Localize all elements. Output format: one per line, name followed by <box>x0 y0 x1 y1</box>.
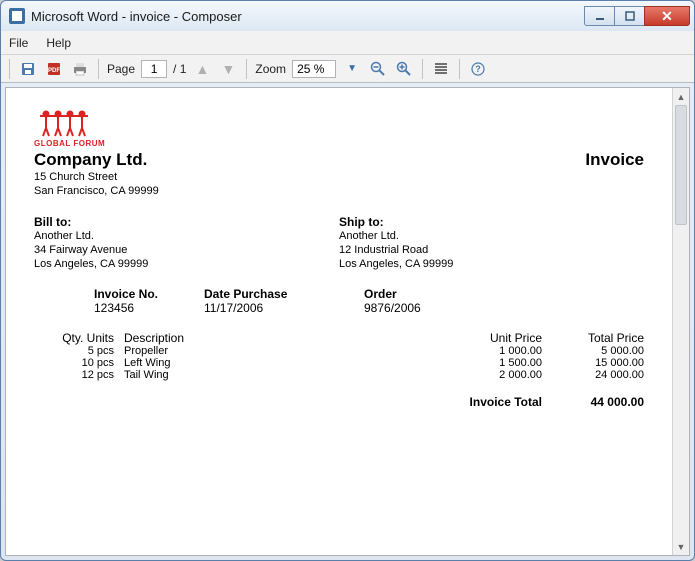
menu-file[interactable]: File <box>9 36 28 50</box>
content-area: GLOBAL FORUM Company Ltd. 15 Church Stre… <box>5 87 690 556</box>
invoice-total-value: 44 000.00 <box>554 395 644 409</box>
pdf-button[interactable]: PDF <box>44 59 64 79</box>
maximize-icon <box>625 11 635 21</box>
cell-desc: Propeller <box>124 345 284 357</box>
invoice-title: Invoice <box>585 150 644 170</box>
ship-to-label: Ship to: <box>339 215 644 229</box>
window-frame: Microsoft Word - invoice - Composer ✕ Fi… <box>0 0 695 561</box>
close-icon: ✕ <box>661 8 673 25</box>
order-label: Order <box>364 287 644 301</box>
company-logo: GLOBAL FORUM <box>34 108 644 148</box>
close-button[interactable]: ✕ <box>644 6 690 26</box>
app-icon <box>9 8 25 24</box>
toolbar: PDF Page / 1 ▲ ▼ Zoom ▼ ? <box>1 55 694 83</box>
help-button[interactable]: ? <box>468 59 488 79</box>
th-desc: Description <box>124 331 284 345</box>
text-lines-icon <box>433 61 449 77</box>
th-unit: Unit Price <box>284 331 554 345</box>
date-value: 11/17/2006 <box>204 301 364 315</box>
pdf-icon: PDF <box>46 61 62 77</box>
company-name: Company Ltd. <box>34 150 159 170</box>
ship-addr2: Los Angeles, CA 99999 <box>339 257 644 271</box>
cell-total: 24 000.00 <box>554 369 644 381</box>
page-prev-button[interactable]: ▲ <box>192 59 212 79</box>
maximize-button[interactable] <box>614 6 644 26</box>
menu-help[interactable]: Help <box>46 36 71 50</box>
zoom-in-button[interactable] <box>394 59 414 79</box>
th-qty: Qty. Units <box>34 331 124 345</box>
save-icon <box>20 61 36 77</box>
cell-qty: 12 pcs <box>34 369 124 381</box>
zoom-dropdown-button[interactable]: ▼ <box>342 59 362 79</box>
page-total: / 1 <box>173 62 186 76</box>
help-icon: ? <box>470 61 486 77</box>
print-button[interactable] <box>70 59 90 79</box>
table-row: 5 pcs Propeller 1 000.00 5 000.00 <box>34 345 644 357</box>
scroll-up-button[interactable]: ▲ <box>673 88 689 105</box>
cell-desc: Tail Wing <box>124 369 284 381</box>
zoom-input[interactable] <box>292 60 336 78</box>
svg-text:PDF: PDF <box>48 68 60 74</box>
svg-text:?: ? <box>475 64 481 74</box>
zoom-label: Zoom <box>255 62 286 76</box>
bill-to-label: Bill to: <box>34 215 339 229</box>
menubar: File Help <box>1 31 694 55</box>
page-input[interactable] <box>141 60 167 78</box>
bill-name: Another Ltd. <box>34 229 339 243</box>
minimize-icon <box>595 11 605 21</box>
vertical-scrollbar[interactable]: ▲ ▼ <box>672 88 689 555</box>
minimize-button[interactable] <box>584 6 614 26</box>
invoice-page: GLOBAL FORUM Company Ltd. 15 Church Stre… <box>34 108 644 409</box>
invoice-no-label: Invoice No. <box>94 287 204 301</box>
ship-name: Another Ltd. <box>339 229 644 243</box>
cell-qty: 5 pcs <box>34 345 124 357</box>
scroll-down-button[interactable]: ▼ <box>673 538 689 555</box>
page-label: Page <box>107 62 135 76</box>
zoom-out-icon <box>370 61 386 77</box>
table-row: 12 pcs Tail Wing 2 000.00 24 000.00 <box>34 369 644 381</box>
page-next-button[interactable]: ▼ <box>218 59 238 79</box>
logo-icon <box>34 108 94 138</box>
cell-qty: 10 pcs <box>34 357 124 369</box>
bill-addr2: Los Angeles, CA 99999 <box>34 257 339 271</box>
bill-addr1: 34 Fairway Avenue <box>34 243 339 257</box>
company-addr1: 15 Church Street <box>34 170 159 184</box>
logo-text: GLOBAL FORUM <box>34 139 105 148</box>
cell-unit: 1 500.00 <box>284 357 554 369</box>
window-title: Microsoft Word - invoice - Composer <box>31 9 242 24</box>
text-view-button[interactable] <box>431 59 451 79</box>
print-icon <box>72 61 88 77</box>
invoice-no-value: 123456 <box>94 301 204 315</box>
document-viewport[interactable]: GLOBAL FORUM Company Ltd. 15 Church Stre… <box>6 88 672 555</box>
arrow-down-icon: ▼ <box>677 542 686 552</box>
date-label: Date Purchase <box>204 287 364 301</box>
ship-addr1: 12 Industrial Road <box>339 243 644 257</box>
company-addr2: San Francisco, CA 99999 <box>34 184 159 198</box>
save-button[interactable] <box>18 59 38 79</box>
cell-desc: Left Wing <box>124 357 284 369</box>
th-total: Total Price <box>554 331 644 345</box>
arrow-up-icon: ▲ <box>195 61 209 77</box>
chevron-down-icon: ▼ <box>347 63 357 74</box>
titlebar[interactable]: Microsoft Word - invoice - Composer ✕ <box>1 1 694 31</box>
arrow-up-icon: ▲ <box>677 92 686 102</box>
cell-unit: 2 000.00 <box>284 369 554 381</box>
cell-total: 5 000.00 <box>554 345 644 357</box>
table-row: 10 pcs Left Wing 1 500.00 15 000.00 <box>34 357 644 369</box>
zoom-out-button[interactable] <box>368 59 388 79</box>
order-value: 9876/2006 <box>364 301 644 315</box>
items-table: Qty. Units Description Unit Price Total … <box>34 331 644 381</box>
cell-unit: 1 000.00 <box>284 345 554 357</box>
cell-total: 15 000.00 <box>554 357 644 369</box>
invoice-total-label: Invoice Total <box>34 395 554 409</box>
scroll-thumb[interactable] <box>675 105 687 225</box>
arrow-down-icon: ▼ <box>221 61 235 77</box>
zoom-in-icon <box>396 61 412 77</box>
